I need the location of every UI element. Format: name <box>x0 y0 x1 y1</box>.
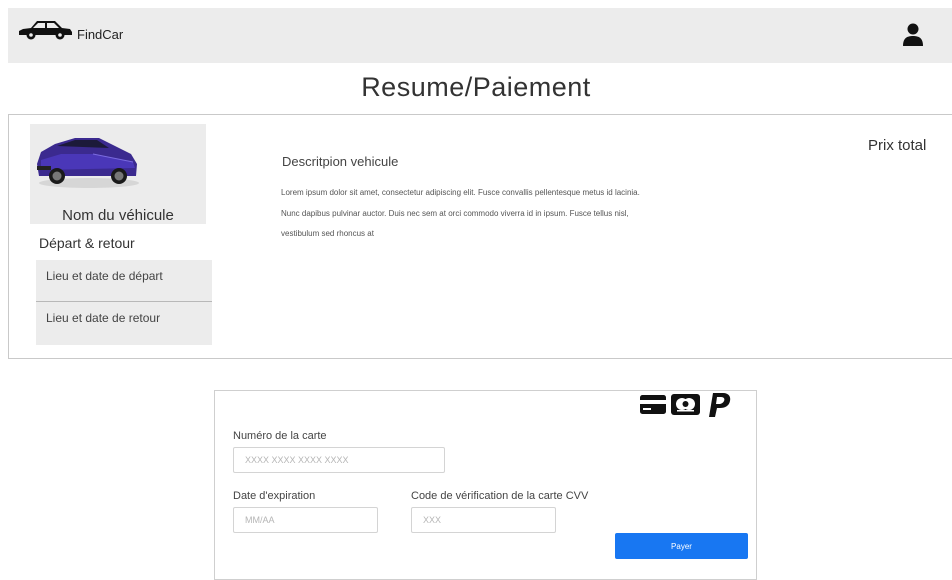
card-number-label: Numéro de la carte <box>233 430 327 442</box>
vehicle-name: Nom du véhicule <box>62 207 174 224</box>
card-number-input[interactable] <box>233 447 445 473</box>
payment-methods <box>640 393 731 417</box>
page-title: Resume/Paiement <box>361 72 591 102</box>
cvv-input[interactable] <box>411 507 556 533</box>
description-text: Lorem ipsum dolor sit amet, consectetur … <box>281 183 741 245</box>
description-line: Nunc dapibus pulvinar auctor. Duis nec s… <box>281 208 629 218</box>
paypal-icon <box>709 393 731 417</box>
car-icon[interactable] <box>17 18 73 40</box>
departure-label: Lieu et date de départ <box>46 269 163 283</box>
description-line: vestibulum sed rhoncus at <box>281 229 374 238</box>
cvv-label: Code de vérification de la carte CVV <box>411 490 589 502</box>
user-icon[interactable] <box>899 20 927 48</box>
description-line: Lorem ipsum dolor sit amet, consectetur … <box>281 188 640 197</box>
credit-card-icon <box>640 395 666 414</box>
return-label: Lieu et date de retour <box>46 311 161 325</box>
description-title: Descritpion vehicule <box>282 154 399 169</box>
total-price-label: Prix total <box>868 137 927 154</box>
mastercard-icon <box>671 394 700 415</box>
expiry-date-label: Date d'expiration <box>233 490 316 502</box>
return-field[interactable]: Lieu et date de retour <box>36 302 212 345</box>
departure-return-title: Départ & retour <box>39 235 135 251</box>
top-navbar <box>8 8 952 63</box>
vehicle-image <box>37 138 139 188</box>
departure-field[interactable]: Lieu et date de départ <box>36 260 212 302</box>
brand-name[interactable]: FindCar <box>77 27 123 42</box>
expiry-date-input[interactable] <box>233 507 378 533</box>
pay-button[interactable]: Payer <box>615 533 748 559</box>
